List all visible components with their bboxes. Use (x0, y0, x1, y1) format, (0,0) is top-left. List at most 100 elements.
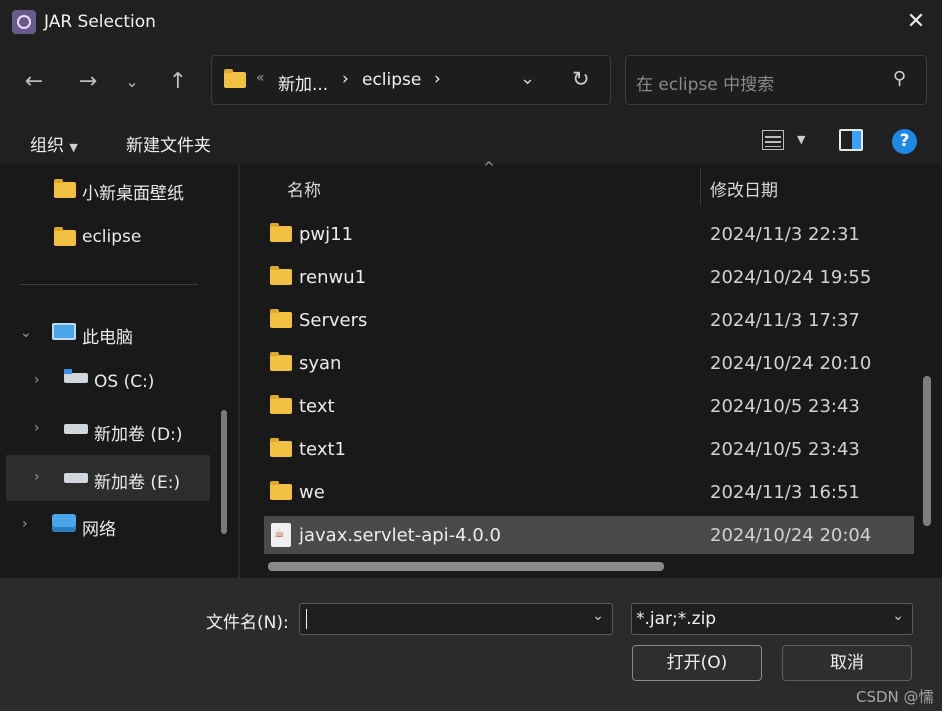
horizontal-scrollbar[interactable] (268, 562, 664, 571)
window-title: JAR Selection (44, 12, 156, 32)
nav-item-eclipse[interactable]: eclipse (0, 216, 218, 256)
sort-ascending-icon: ^ (483, 160, 495, 176)
recent-locations-chevron-icon[interactable]: ⌄ (116, 68, 148, 96)
file-date: 2024/10/24 20:10 (710, 353, 872, 374)
folder-icon (270, 395, 292, 414)
file-name: syan (299, 353, 342, 374)
vertical-scrollbar[interactable] (923, 376, 931, 526)
file-date: 2024/11/3 16:51 (710, 482, 860, 503)
preview-pane-icon[interactable] (839, 129, 863, 151)
nav-item-label: 网络 (82, 520, 116, 540)
nav-item-label: 新加卷 (D:) (94, 425, 183, 445)
file-row[interactable]: renwu1 2024/10/24 19:55 (264, 258, 914, 296)
file-date: 2024/10/24 19:55 (710, 267, 872, 288)
organize-button[interactable]: 组织 ▼ (30, 131, 78, 156)
folder-icon (270, 481, 292, 500)
file-type-value: *.jar;*.zip (636, 609, 717, 629)
folder-icon (270, 266, 292, 285)
file-name: javax.servlet-api-4.0.0 (299, 525, 501, 546)
file-name: we (299, 482, 325, 503)
watermark: CSDN @懦 (856, 688, 934, 706)
drive-icon (64, 424, 88, 434)
chevron-right-icon[interactable]: › (34, 420, 40, 436)
nav-item-wallpaper[interactable]: 小新桌面壁纸 (0, 168, 218, 208)
folder-icon (270, 223, 292, 242)
column-header-date[interactable]: 修改日期 (710, 176, 778, 201)
file-name: renwu1 (299, 267, 367, 288)
computer-icon (52, 323, 76, 340)
file-name: text1 (299, 439, 346, 460)
chevron-down-icon[interactable]: ⌄ (592, 608, 604, 624)
file-date: 2024/10/5 23:43 (710, 396, 860, 417)
file-row[interactable]: pwj11 2024/11/3 22:31 (264, 215, 914, 253)
nav-item-label: 小新桌面壁纸 (82, 184, 184, 204)
view-options-dropdown-icon[interactable]: ▼ (797, 133, 805, 146)
network-icon (52, 514, 76, 532)
file-date: 2024/11/3 22:31 (710, 224, 860, 245)
file-row[interactable]: text 2024/10/5 23:43 (264, 387, 914, 425)
cancel-button[interactable]: 取消 (782, 645, 912, 681)
nav-separator (20, 284, 198, 285)
new-folder-button[interactable]: 新建文件夹 (126, 131, 211, 156)
search-box[interactable]: 在 eclipse 中搜索 ⚲ (625, 55, 927, 105)
windows-logo-icon (64, 369, 72, 374)
jar-file-icon (271, 523, 291, 547)
chevron-down-icon[interactable]: ⌄ (892, 608, 904, 624)
view-options-icon[interactable] (762, 128, 786, 152)
breadcrumb-overflow[interactable]: « (256, 70, 265, 86)
file-row[interactable]: Servers 2024/11/3 17:37 (264, 301, 914, 339)
nav-scrollbar[interactable] (221, 410, 227, 534)
file-name: pwj11 (299, 224, 354, 245)
breadcrumb-separator-icon: › (434, 69, 441, 89)
file-row-selected[interactable]: javax.servlet-api-4.0.0 2024/10/24 20:04 (264, 516, 914, 554)
file-row[interactable]: text1 2024/10/5 23:43 (264, 430, 914, 468)
chevron-right-icon[interactable]: › (34, 372, 40, 388)
search-input[interactable]: 在 eclipse 中搜索 (636, 70, 774, 95)
nav-item-label: OS (C:) (94, 372, 155, 392)
column-header-name[interactable]: 名称 (287, 176, 321, 201)
folder-icon (224, 69, 246, 88)
nav-item-this-pc[interactable]: ⌄ 此电脑 (0, 313, 218, 353)
address-dropdown-icon[interactable]: ⌄ (520, 68, 535, 89)
drive-icon (64, 373, 88, 383)
filename-label: 文件名(N): (206, 613, 289, 633)
file-name: text (299, 396, 335, 417)
file-name: Servers (299, 310, 368, 331)
filename-field[interactable]: ⌄ (299, 603, 613, 635)
help-icon[interactable]: ? (892, 129, 917, 154)
forward-arrow-icon[interactable]: → (72, 68, 104, 96)
up-arrow-icon[interactable]: ↑ (162, 68, 194, 96)
refresh-icon[interactable]: ↻ (572, 67, 590, 91)
nav-item-label: 此电脑 (82, 328, 133, 348)
organize-dropdown-icon: ▼ (69, 141, 78, 154)
nav-item-network[interactable]: › 网络 (0, 505, 218, 545)
nav-item-drive-d[interactable]: › 新加卷 (D:) (0, 409, 218, 449)
file-row[interactable]: syan 2024/10/24 20:10 (264, 344, 914, 382)
open-button[interactable]: 打开(O) (632, 645, 762, 681)
chevron-down-icon[interactable]: ⌄ (20, 325, 32, 341)
file-row[interactable]: we 2024/11/3 16:51 (264, 473, 914, 511)
close-icon[interactable]: ✕ (902, 8, 930, 36)
nav-item-label: 新加卷 (E:) (94, 473, 181, 493)
organize-label: 组织 (30, 136, 64, 156)
search-icon[interactable]: ⚲ (893, 68, 906, 89)
file-date: 2024/10/24 20:04 (710, 525, 872, 546)
file-date: 2024/11/3 17:37 (710, 310, 860, 331)
chevron-right-icon[interactable]: › (34, 469, 40, 485)
nav-item-drive-c[interactable]: › OS (C:) (0, 361, 218, 401)
column-divider[interactable] (700, 168, 701, 206)
file-type-select[interactable]: *.jar;*.zip ⌄ (631, 603, 913, 635)
breadcrumb-item-drive[interactable]: 新加... (278, 70, 328, 95)
folder-icon (270, 438, 292, 457)
folder-icon (54, 179, 76, 198)
file-date: 2024/10/5 23:43 (710, 439, 860, 460)
chevron-right-icon[interactable]: › (22, 516, 28, 532)
drive-icon (64, 473, 88, 483)
address-bar[interactable]: « 新加... › eclipse › ⌄ ↻ (211, 55, 611, 105)
jar-selection-dialog: JAR Selection ✕ ← → ⌄ ↑ « 新加... › eclips… (0, 0, 942, 711)
breadcrumb-item-eclipse[interactable]: eclipse (362, 70, 421, 90)
nav-item-drive-e[interactable]: › 新加卷 (E:) (6, 455, 210, 501)
back-arrow-icon[interactable]: ← (18, 68, 50, 96)
nav-item-label: eclipse (82, 227, 142, 247)
eclipse-app-icon (12, 10, 36, 34)
